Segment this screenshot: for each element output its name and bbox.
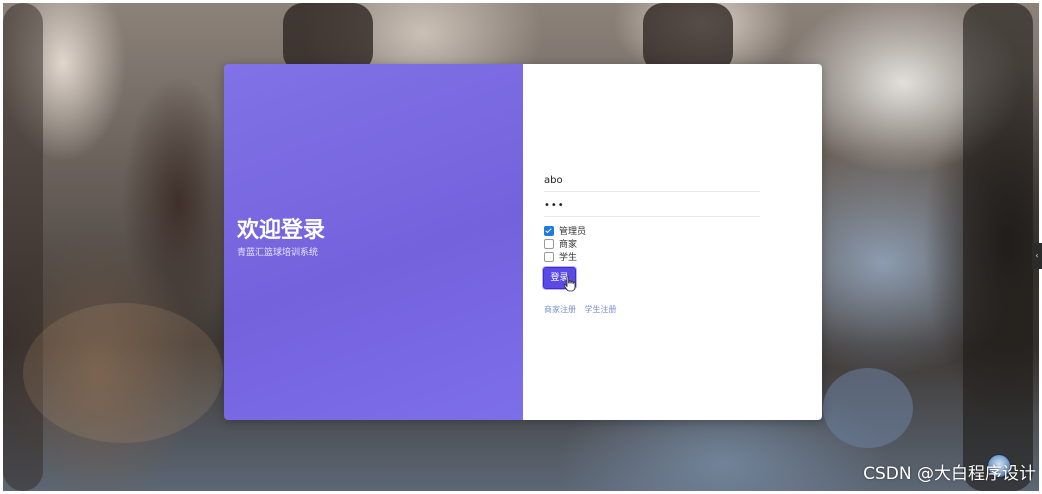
background-shape [823,368,913,448]
welcome-panel: 欢迎登录 青蓝汇篮球培训系统 [224,64,523,420]
register-links: 商家注册 学生注册 [544,304,623,315]
role-option-merchant[interactable]: 商家 [544,237,586,250]
checkbox-icon[interactable] [544,238,554,249]
chevron-left-icon[interactable]: ‹ [1032,243,1042,269]
password-value: ••• [544,200,565,211]
background-shape [283,3,373,73]
username-value: abo [544,175,563,186]
role-label: 管理员 [559,227,587,237]
role-option-admin[interactable]: 管理员 [544,224,586,237]
hand-cursor-icon [563,276,576,292]
background-shape [963,3,1033,491]
merchant-register-link[interactable]: 商家注册 [544,305,576,314]
background-shape [643,3,733,73]
login-form: abo ••• 管理员 商家 学生 登录 商家注册 学生注册 [523,64,822,420]
background-shape [23,303,223,443]
checkbox-checked-icon[interactable] [544,225,554,236]
role-label: 商家 [559,240,578,250]
student-register-link[interactable]: 学生注册 [585,305,617,314]
role-selector: 管理员 商家 学生 [544,224,586,263]
welcome-title: 欢迎登录 [237,218,326,243]
username-input[interactable]: abo [544,172,760,192]
login-card: 欢迎登录 青蓝汇篮球培训系统 abo ••• 管理员 商家 学生 登录 商家注册… [224,64,822,420]
checkbox-icon[interactable] [544,251,554,262]
watermark: CSDN @大白程序设计 [863,464,1036,484]
system-name: 青蓝汇篮球培训系统 [237,248,319,258]
password-input[interactable]: ••• [544,197,760,217]
role-option-student[interactable]: 学生 [544,250,586,263]
background-shape [3,3,43,491]
role-label: 学生 [559,253,578,263]
